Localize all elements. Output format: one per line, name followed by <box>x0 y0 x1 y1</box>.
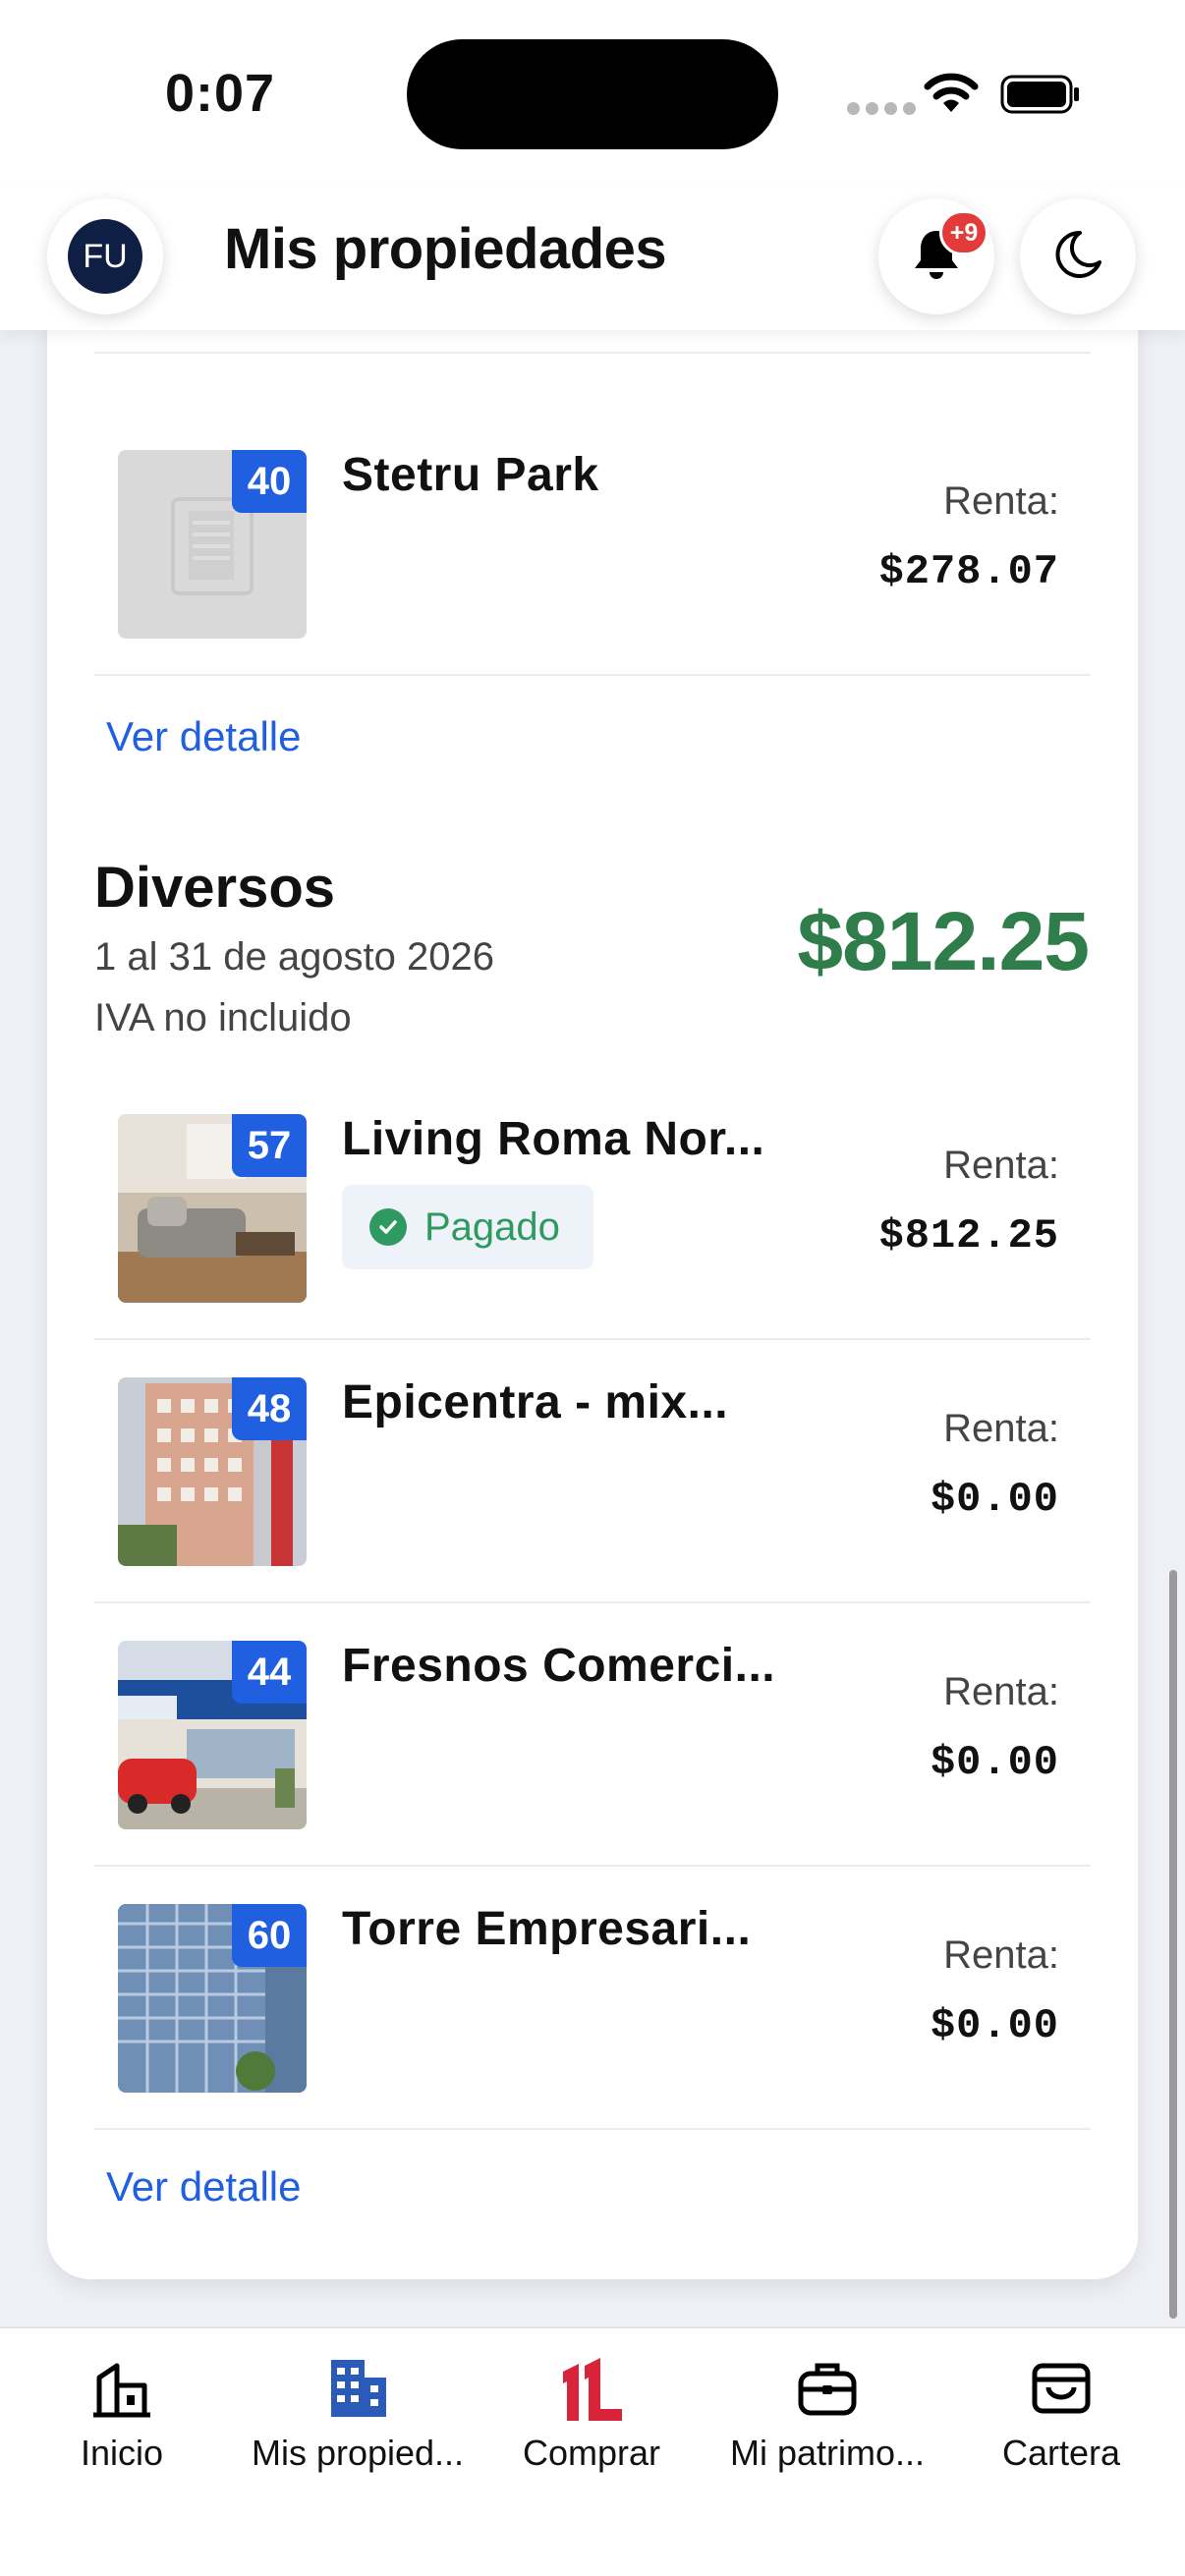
dynamic-island <box>407 39 778 149</box>
nav-label: Mi patrimo... <box>729 2433 926 2473</box>
property-name: Torre Empresari... <box>342 1903 752 1955</box>
list-item-property-48[interactable]: 48 Epicentra - mix... Renta: $0.00 <box>94 1340 1091 1603</box>
page-title: Mis propiedades <box>224 217 667 281</box>
property-name: Stetru Park <box>342 449 599 501</box>
notifications-button[interactable]: +9 <box>878 198 994 314</box>
rent-label: Renta: <box>943 479 1059 523</box>
moon-icon <box>1050 227 1105 287</box>
rent-label: Renta: <box>943 1933 1059 1977</box>
scrollbar[interactable] <box>1169 1570 1177 2319</box>
avatar-initials: FU <box>68 219 142 294</box>
nav-item-cartera[interactable]: Cartera <box>943 2352 1179 2474</box>
nav-label: Cartera <box>1001 2433 1121 2473</box>
theme-toggle-button[interactable] <box>1020 198 1136 314</box>
bottom-nav: Inicio Mis propied... Comprar Mi patrimo… <box>0 2326 1185 2576</box>
section-total: $812.25 <box>797 895 1090 987</box>
property-id-badge: 48 <box>232 1377 307 1440</box>
check-circle-icon <box>369 1208 407 1246</box>
nav-item-comprar[interactable]: Comprar <box>474 2352 709 2474</box>
status-label: Pagado <box>424 1204 560 1249</box>
notification-badge: +9 <box>939 210 988 255</box>
property-name: Living Roma Nor... <box>342 1113 765 1165</box>
battery-icon <box>1000 75 1081 119</box>
rent-label: Renta: <box>943 1144 1059 1187</box>
property-id-badge: 60 <box>232 1904 307 1967</box>
rent-value: $0.00 <box>930 2002 1059 2049</box>
signal-dots-icon <box>847 102 922 120</box>
status-badge: Pagado <box>342 1185 593 1269</box>
property-thumbnail: 44 <box>118 1641 307 1829</box>
buildings-icon <box>240 2352 476 2423</box>
home-icon <box>4 2352 240 2423</box>
nav-label: Mis propied... <box>251 2433 465 2473</box>
app-header: FU Mis propiedades +9 <box>0 187 1185 330</box>
property-thumbnail: 60 <box>118 1904 307 2093</box>
property-id-badge: 40 <box>232 450 307 513</box>
nav-item-mi-patrimonio[interactable]: Mi patrimo... <box>709 2352 945 2474</box>
nav-label: Inicio <box>80 2433 164 2473</box>
property-thumbnail: 40 <box>118 450 307 639</box>
section-title: Diversos <box>94 856 336 920</box>
nav-item-mis-propiedades[interactable]: Mis propied... <box>240 2352 476 2474</box>
section-tax-note: IVA no incluido <box>94 996 352 1039</box>
rent-value: $278.07 <box>878 548 1059 595</box>
list-item-property-60[interactable]: 60 Torre Empresari... Renta: $0.00 <box>94 1867 1091 2130</box>
list-item-property-44[interactable]: 44 Fresnos Comerci... Renta: $0.00 <box>94 1603 1091 1867</box>
wallet-icon <box>943 2352 1179 2423</box>
rent-value: $812.25 <box>878 1212 1059 1260</box>
property-name: Epicentra - mix... <box>342 1376 729 1428</box>
status-bar: 0:07 <box>0 0 1185 187</box>
nav-label: Comprar <box>522 2433 661 2473</box>
brand-logo-icon <box>474 2352 709 2423</box>
properties-card: 40 Stetru Park Renta: $278.07 Ver detall… <box>47 138 1138 2279</box>
view-detail-link[interactable]: Ver detalle <box>106 2163 301 2211</box>
property-thumbnail: 48 <box>118 1377 307 1566</box>
rent-value: $0.00 <box>930 1739 1059 1786</box>
rent-label: Renta: <box>943 1670 1059 1713</box>
property-id-badge: 57 <box>232 1114 307 1177</box>
property-thumbnail: 57 <box>118 1114 307 1303</box>
briefcase-icon <box>709 2352 945 2423</box>
rent-value: $0.00 <box>930 1476 1059 1523</box>
property-name: Fresnos Comerci... <box>342 1640 776 1692</box>
list-item-property-40[interactable]: 40 Stetru Park Renta: $278.07 <box>94 413 1091 676</box>
avatar[interactable]: FU <box>47 198 163 314</box>
property-id-badge: 44 <box>232 1641 307 1704</box>
status-time: 0:07 <box>165 64 276 123</box>
list-item-property-57[interactable]: 57 Living Roma Nor... Pagado Renta: $812… <box>94 1077 1091 1340</box>
rent-label: Renta: <box>943 1407 1059 1450</box>
section-dates: 1 al 31 de agosto 2026 <box>94 935 495 979</box>
nav-item-inicio[interactable]: Inicio <box>4 2352 240 2474</box>
view-detail-link[interactable]: Ver detalle <box>106 713 301 760</box>
wifi-icon <box>924 71 979 119</box>
